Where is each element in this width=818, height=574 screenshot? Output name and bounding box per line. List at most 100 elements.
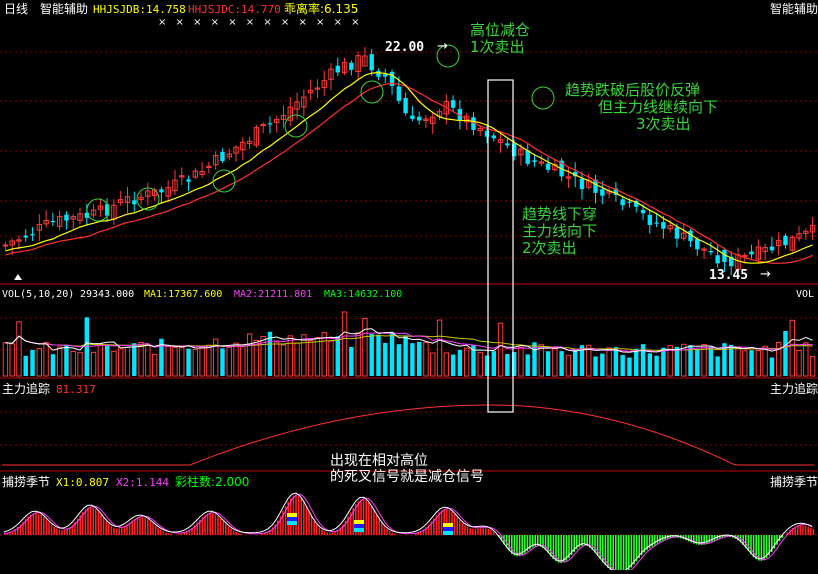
volume-bar bbox=[518, 346, 524, 377]
volume-bar bbox=[525, 354, 530, 376]
volume-bar bbox=[613, 347, 619, 376]
annotation-mid-line3: 2次卖出 bbox=[522, 239, 577, 257]
oscillator-bar bbox=[157, 527, 159, 535]
oscillator-bar bbox=[310, 516, 313, 535]
candle-body bbox=[220, 151, 225, 162]
volume-bar bbox=[477, 352, 483, 377]
volume-bar bbox=[90, 351, 97, 377]
volume-bar bbox=[355, 332, 361, 377]
oscillator-bar bbox=[113, 527, 115, 535]
volume-bar bbox=[552, 348, 558, 377]
hhjsjdb-label: HHJSJDB:14.758 bbox=[93, 3, 186, 16]
color-stack-yellow bbox=[287, 513, 297, 517]
volume-bar bbox=[294, 342, 300, 377]
tracking-label: 主力追踪 bbox=[2, 382, 51, 396]
oscillator-bar bbox=[118, 528, 120, 535]
period-label[interactable]: 日线 bbox=[4, 3, 28, 15]
candle-body bbox=[579, 178, 585, 190]
volume-bar bbox=[23, 355, 28, 376]
oscillator-bar bbox=[461, 522, 464, 535]
volume-bar bbox=[138, 341, 144, 377]
candle-body bbox=[647, 214, 653, 225]
oscillator-bar bbox=[32, 513, 35, 535]
volume-bar bbox=[287, 335, 293, 377]
volume-bar bbox=[572, 349, 578, 376]
oscillator-bar bbox=[217, 516, 219, 535]
season-x1-label: X1:0.807 bbox=[56, 476, 109, 489]
volume-bar bbox=[307, 340, 314, 377]
star-marks: × × × × × × × × × × × × bbox=[158, 17, 363, 28]
oscillator-bar bbox=[656, 535, 659, 544]
oscillator-bar bbox=[472, 528, 474, 535]
volume-bar bbox=[403, 335, 408, 376]
oscillator-bar bbox=[37, 513, 40, 535]
volume-bar bbox=[111, 350, 117, 377]
oscillator-bar bbox=[261, 533, 263, 535]
oscillator-bar bbox=[440, 510, 443, 535]
volume-bar bbox=[708, 346, 714, 376]
volume-bar bbox=[505, 354, 510, 376]
volume-label: VOL(5,10,20) bbox=[2, 289, 75, 300]
oscillator-bar bbox=[482, 528, 484, 535]
volume-bar bbox=[674, 346, 680, 376]
oscillator-bar bbox=[45, 519, 48, 535]
volume-bar bbox=[681, 343, 687, 377]
oscillator-bar bbox=[368, 502, 370, 535]
oscillator-bar bbox=[178, 533, 180, 535]
start-marker-triangle bbox=[14, 274, 22, 280]
oscillator-bar bbox=[394, 533, 396, 535]
oscillator-bar bbox=[227, 526, 230, 535]
oscillator-bar bbox=[303, 502, 305, 535]
oscillator-bar bbox=[776, 535, 778, 545]
volume-bar bbox=[328, 340, 334, 377]
tracking-value: 81.317 bbox=[56, 383, 96, 396]
oscillator-bar bbox=[30, 514, 32, 535]
volume-bar bbox=[491, 351, 496, 376]
color-stack-cyan bbox=[443, 531, 453, 535]
oscillator-bar bbox=[43, 516, 45, 535]
oscillator-bar bbox=[799, 525, 802, 535]
oscillator-bar bbox=[609, 535, 612, 571]
oscillator-bar bbox=[225, 524, 227, 535]
oscillator-bar bbox=[654, 535, 656, 545]
volume-bar bbox=[192, 349, 199, 377]
oscillator-bar bbox=[144, 518, 146, 535]
oscillator-bar bbox=[240, 533, 243, 535]
volume-bar bbox=[742, 350, 748, 377]
oscillator-bar bbox=[40, 514, 42, 535]
color-stack-cyan bbox=[287, 521, 297, 525]
volume-bar bbox=[50, 354, 56, 376]
oscillator-bar bbox=[313, 520, 315, 535]
oscillator-bar bbox=[316, 524, 318, 535]
oscillator-bar bbox=[383, 526, 386, 535]
candle-body bbox=[369, 54, 374, 71]
annotation-top-line2: 1次卖出 bbox=[470, 38, 525, 56]
annotation-mid-line1: 趋势线下穿 bbox=[522, 205, 598, 223]
volume-bar bbox=[77, 352, 83, 377]
oscillator-bar bbox=[596, 535, 599, 556]
candle-body bbox=[450, 100, 456, 108]
oscillator-bar bbox=[386, 529, 388, 535]
color-stack-blue bbox=[443, 527, 453, 531]
oscillator-bar bbox=[625, 535, 627, 573]
color-stack-yellow bbox=[443, 523, 453, 527]
oscillator-bar bbox=[48, 522, 50, 535]
candle-body bbox=[661, 222, 666, 229]
volume-bar bbox=[246, 333, 253, 377]
oscillator-bar bbox=[139, 517, 141, 535]
candle-body bbox=[532, 160, 537, 162]
candle-body bbox=[627, 201, 632, 203]
oscillator-bar bbox=[232, 530, 235, 535]
oscillator-bar bbox=[560, 535, 562, 564]
oscillator-bar bbox=[152, 523, 154, 535]
candle-body bbox=[640, 209, 646, 214]
candle-body bbox=[491, 135, 496, 139]
annotation-right-line2: 但主力线继续向下 bbox=[598, 98, 719, 116]
volume-bar bbox=[274, 341, 280, 377]
volume-bar bbox=[321, 332, 327, 377]
signal-circle bbox=[284, 114, 308, 138]
oscillator-bar bbox=[66, 528, 68, 535]
oscillator-bar bbox=[370, 506, 373, 535]
volume-bar bbox=[64, 344, 69, 376]
oscillator-bar bbox=[95, 509, 97, 535]
